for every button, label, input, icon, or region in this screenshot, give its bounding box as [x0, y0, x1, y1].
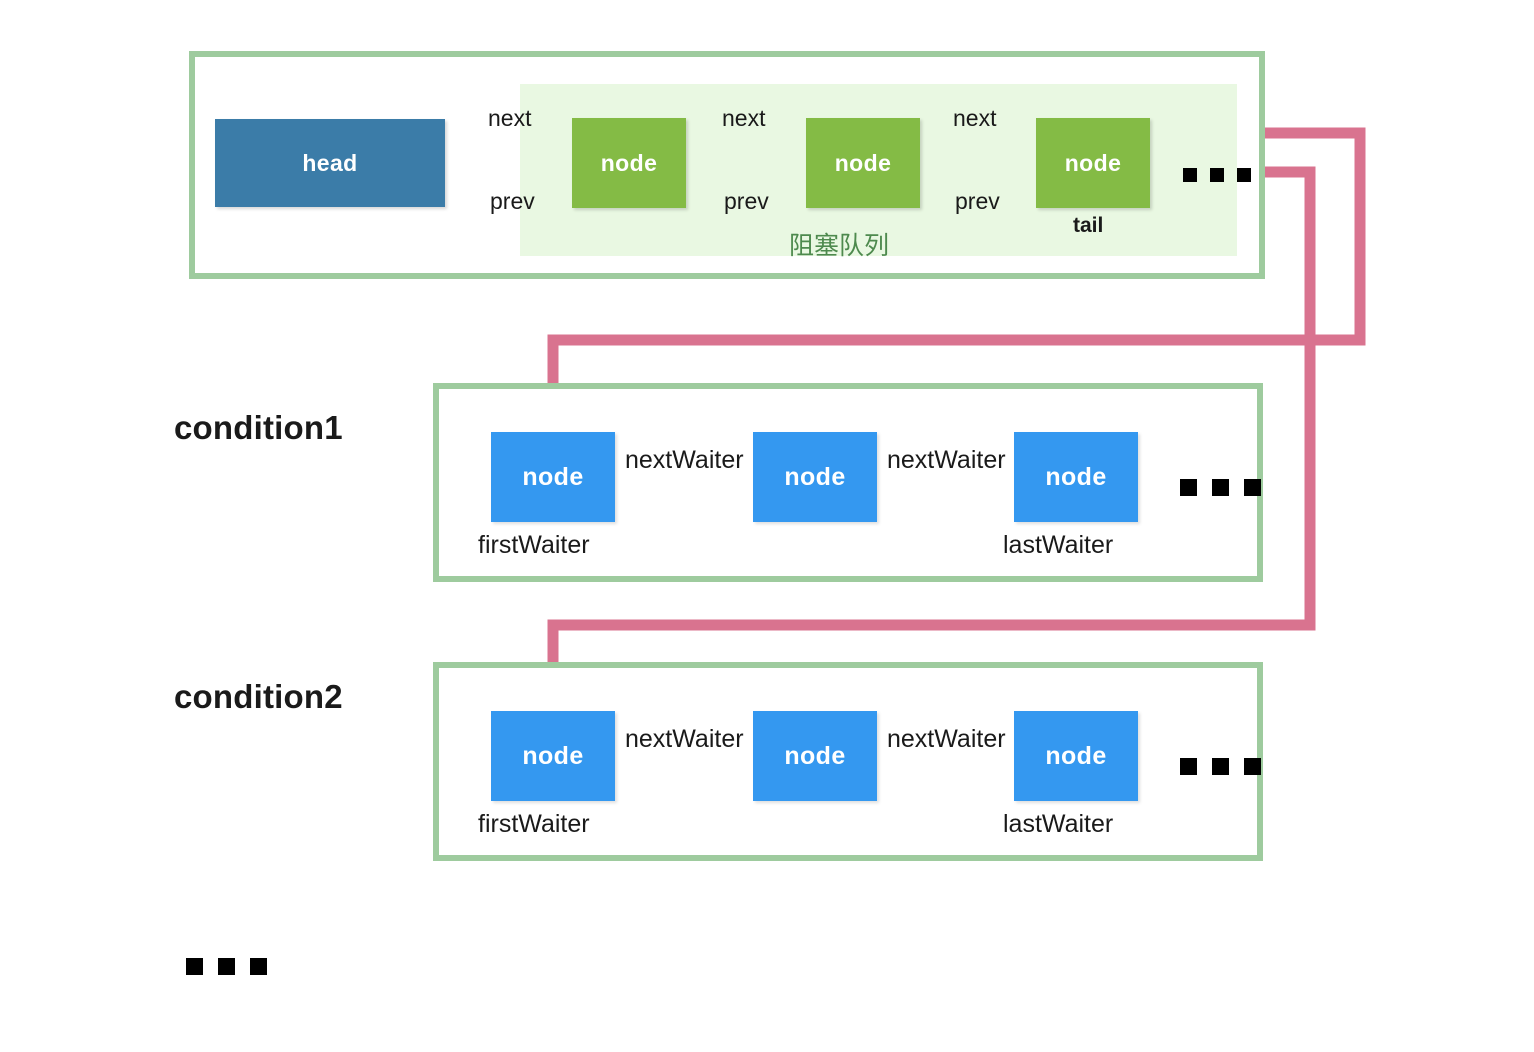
cond1-node-box-1[interactable]: node	[491, 432, 615, 522]
cond2-node-box-3[interactable]: node	[1014, 711, 1138, 801]
cond2-ellipsis	[1180, 758, 1261, 775]
cond2-node-label-3: node	[1045, 741, 1107, 770]
queue-head-label: head	[302, 149, 358, 176]
cond2-nextwaiter-label-2: nextWaiter	[887, 725, 1006, 753]
queue-head-box[interactable]: head	[215, 119, 445, 207]
prev-label-2: prev	[724, 188, 769, 214]
cond1-node-label-2: node	[784, 462, 846, 491]
cond1-ellipsis	[1180, 479, 1261, 496]
next-label-1: next	[488, 105, 532, 131]
cond2-nextwaiter-label-1: nextWaiter	[625, 725, 744, 753]
queue-node-label-2: node	[834, 149, 892, 176]
cond1-node-box-2[interactable]: node	[753, 432, 877, 522]
cond1-nextwaiter-label-2: nextWaiter	[887, 446, 1006, 474]
cond1-firstwaiter-label: firstWaiter	[478, 531, 590, 559]
queue-node-label-3: node	[1064, 149, 1122, 176]
cond2-node-label-2: node	[784, 741, 846, 770]
blocking-queue-chinese-label: 阻塞队列	[789, 232, 890, 260]
queue-ellipsis	[1183, 168, 1251, 182]
queue-node-box-1[interactable]: node	[572, 118, 686, 208]
condition1-title: condition1	[174, 409, 343, 446]
queue-node-box-2[interactable]: node	[806, 118, 920, 208]
cond1-node-label-3: node	[1045, 462, 1107, 491]
cond2-node-label-1: node	[522, 741, 584, 770]
cond1-nextwaiter-label-1: nextWaiter	[625, 446, 744, 474]
more-conditions-ellipsis	[186, 958, 267, 975]
cond2-lastwaiter-label: lastWaiter	[1003, 810, 1114, 838]
diagram-canvas: head node node node next prev next prev …	[0, 0, 1534, 1052]
cond2-firstwaiter-label: firstWaiter	[478, 810, 590, 838]
queue-node-label-1: node	[600, 149, 658, 176]
cond1-node-box-3[interactable]: node	[1014, 432, 1138, 522]
next-label-2: next	[722, 105, 766, 131]
cond1-lastwaiter-label: lastWaiter	[1003, 531, 1114, 559]
prev-label-3: prev	[955, 188, 1000, 214]
condition2-title: condition2	[174, 678, 343, 715]
next-label-3: next	[953, 105, 997, 131]
prev-label-1: prev	[490, 188, 535, 214]
queue-tail-label: tail	[1073, 214, 1104, 237]
cond2-node-box-2[interactable]: node	[753, 711, 877, 801]
cond2-node-box-1[interactable]: node	[491, 711, 615, 801]
cond1-node-label-1: node	[522, 462, 584, 491]
queue-node-box-3-tail[interactable]: node	[1036, 118, 1150, 208]
